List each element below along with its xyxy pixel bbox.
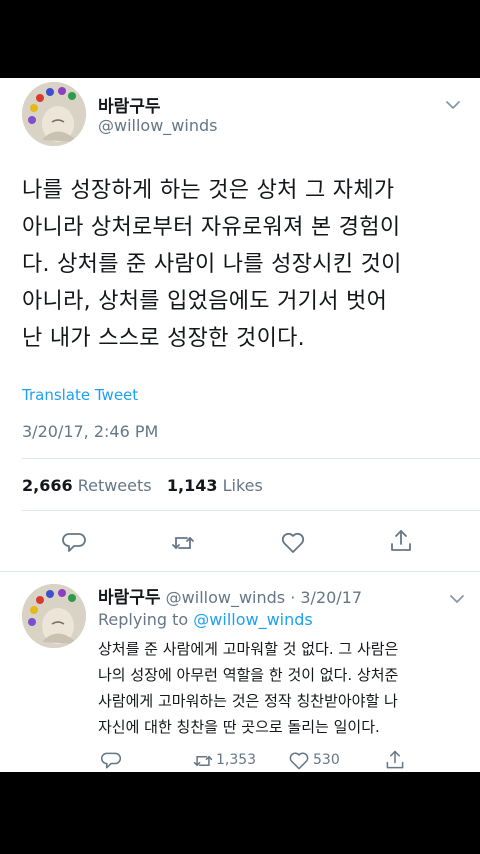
likes-label[interactable]: Likes bbox=[223, 476, 263, 495]
reply-text-line: 자신에 대한 칭찬을 딴 곳으로 돌리는 일이다. bbox=[98, 718, 380, 736]
heart-icon[interactable] bbox=[288, 750, 310, 772]
top-black-bar bbox=[0, 0, 480, 78]
reply-text: 상처를 준 사람에게 고마워할 것 없다. 그 사람은 나의 성장에 아무런 역… bbox=[98, 636, 468, 740]
chevron-down-icon[interactable] bbox=[442, 94, 464, 116]
retweet-icon[interactable] bbox=[170, 530, 196, 556]
avatar-illustration bbox=[22, 584, 86, 648]
reply-text-line: 나의 성장에 아무런 역할을 한 것이 없다. 상처준 bbox=[98, 666, 399, 684]
reply-author-name[interactable]: 바람구두 bbox=[98, 588, 161, 608]
share-icon[interactable] bbox=[384, 749, 406, 771]
tweet-text-line: 아니라, 상처를 입었음에도 거기서 벗어 bbox=[22, 289, 388, 314]
divider bbox=[0, 571, 480, 572]
divider bbox=[22, 510, 480, 511]
tweet-text-line: 나를 성장하게 하는 것은 상처 그 자체가 bbox=[22, 178, 395, 203]
share-icon[interactable] bbox=[388, 528, 414, 554]
divider bbox=[22, 458, 480, 459]
bottom-black-bar bbox=[0, 772, 480, 854]
translate-tweet-link[interactable]: Translate Tweet bbox=[22, 386, 138, 404]
avatar[interactable] bbox=[22, 82, 86, 146]
likes-count[interactable]: 1,143 bbox=[167, 476, 218, 495]
author-display-name[interactable]: 바람구두 bbox=[98, 92, 161, 117]
tweet-stats: 2,666 Retweets 1,143 Likes bbox=[22, 476, 263, 495]
reply-handle-date[interactable]: @willow_winds · 3/20/17 bbox=[166, 588, 362, 607]
tweet-text-line: 아니라 상처로부터 자유로워져 본 경험이 bbox=[22, 215, 401, 240]
reply-retweet-count[interactable]: 1,353 bbox=[216, 752, 256, 768]
avatar-illustration bbox=[22, 82, 86, 146]
reply-text-line: 상처를 준 사람에게 고마워할 것 없다. 그 사람은 bbox=[98, 640, 399, 658]
tweet-detail-sheet: 바람구두 @willow_winds 나를 성장하게 하는 것은 상처 그 자체… bbox=[0, 78, 480, 772]
avatar[interactable] bbox=[22, 584, 86, 648]
tweet-text-line: 다. 상처를 준 사람이 나를 성장시킨 것이 bbox=[22, 252, 402, 277]
replying-to-label: Replying to bbox=[98, 610, 189, 629]
reply-header: 바람구두 @willow_winds · 3/20/17 bbox=[98, 583, 362, 608]
replying-to-handle[interactable]: @willow_winds bbox=[193, 610, 312, 629]
replying-to: Replying to @willow_winds bbox=[98, 610, 313, 629]
tweet-timestamp: 3/20/17, 2:46 PM bbox=[22, 422, 159, 441]
retweet-icon[interactable] bbox=[192, 750, 214, 772]
reply-icon[interactable] bbox=[61, 530, 87, 556]
author-handle[interactable]: @willow_winds bbox=[98, 116, 217, 135]
chevron-down-icon[interactable] bbox=[446, 588, 468, 610]
reply-text-line: 사람에게 고마워하는 것은 정작 칭찬받아야할 나 bbox=[98, 692, 398, 710]
reply-icon[interactable] bbox=[100, 750, 122, 772]
retweets-count[interactable]: 2,666 bbox=[22, 476, 73, 495]
heart-icon[interactable] bbox=[280, 530, 306, 556]
tweet-text-line: 난 내가 스스로 성장한 것이다. bbox=[22, 326, 305, 351]
reply-like-count[interactable]: 530 bbox=[313, 752, 340, 768]
retweets-label[interactable]: Retweets bbox=[78, 476, 152, 495]
tweet-text: 나를 성장하게 하는 것은 상처 그 자체가 아니라 상처로부터 자유로워져 본… bbox=[22, 172, 462, 357]
